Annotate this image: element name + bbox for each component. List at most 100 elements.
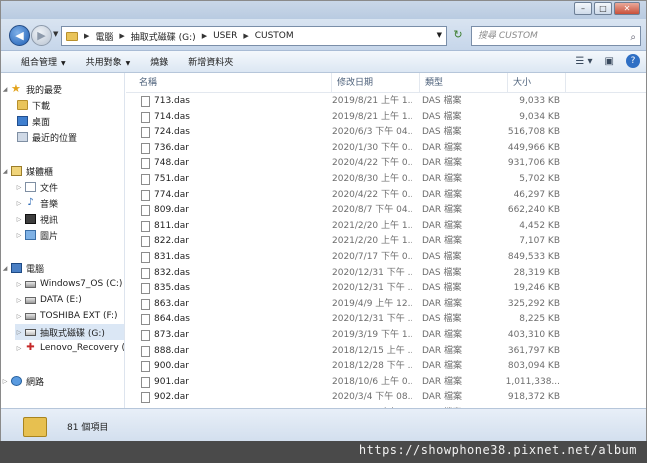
file-name-text: 831.das bbox=[154, 252, 190, 262]
sidebar-item-computer[interactable]: ◢ 電腦 bbox=[1, 260, 44, 276]
expand-icon[interactable]: ▷ bbox=[15, 297, 23, 304]
chevron-right-icon[interactable]: ▶ bbox=[202, 32, 207, 40]
sidebar-item-drive-g[interactable]: ▷ 抽取式磁碟 (G:) bbox=[15, 324, 124, 340]
maximize-button[interactable]: □ bbox=[594, 2, 612, 15]
file-row[interactable]: 774.dar 2020/4/22 下午 0... DAR 檔案 46,297 KB bbox=[126, 188, 646, 204]
column-type[interactable]: 類型 bbox=[420, 73, 508, 93]
organize-menu[interactable]: 組合管理 ▼ bbox=[21, 55, 66, 68]
file-date-modified: 2020/8/7 下午 04... bbox=[332, 205, 412, 216]
sidebar-item-recovery[interactable]: ▷ ✚ Lenovo_Recovery ( bbox=[15, 340, 124, 356]
expand-icon[interactable]: ▷ bbox=[15, 200, 23, 207]
column-date-modified[interactable]: 修改日期 bbox=[332, 73, 420, 93]
expand-icon[interactable]: ▷ bbox=[15, 345, 23, 352]
chevron-right-icon[interactable]: ▶ bbox=[84, 32, 89, 40]
column-name[interactable]: 名稱 bbox=[134, 73, 332, 93]
sidebar-item-pictures[interactable]: ▷ 圖片 bbox=[15, 227, 58, 243]
file-row[interactable]: 864.das 2020/12/31 下午 ... DAS 檔案 8,225 KB bbox=[126, 312, 646, 328]
preview-pane-icon[interactable]: ▣ bbox=[605, 56, 614, 67]
file-date-modified: 2018/10/6 上午 0... bbox=[332, 376, 412, 387]
file-row[interactable]: 714.das 2019/8/21 上午 1... DAS 檔案 9,034 KB bbox=[126, 110, 646, 126]
share-with-menu[interactable]: 共用對象 ▼ bbox=[86, 55, 131, 68]
address-bar[interactable]: ▶ 電腦 ▶ 抽取式磁碟 (G:) ▶ USER ▶ CUSTOM ▼ bbox=[61, 26, 447, 46]
expand-icon[interactable]: ▷ bbox=[15, 313, 23, 320]
file-date-modified: 2020/3/4 下午 08... bbox=[332, 392, 412, 403]
file-row[interactable]: 902.dar 2020/3/4 下午 08... DAR 檔案 918,372 KB bbox=[126, 390, 646, 406]
expand-icon[interactable]: ▷ bbox=[15, 184, 23, 191]
breadcrumb-drive-g[interactable]: 抽取式磁碟 (G:) bbox=[131, 30, 196, 43]
file-name: 713.das bbox=[140, 94, 330, 110]
column-size[interactable]: 大小 bbox=[508, 73, 566, 93]
chevron-right-icon[interactable]: ▶ bbox=[119, 32, 124, 40]
file-row[interactable]: 888.dar 2018/12/15 上午 ... DAR 檔案 361,797 KB bbox=[126, 344, 646, 360]
file-size: 46,297 KB bbox=[513, 189, 560, 200]
help-icon[interactable]: ? bbox=[626, 54, 640, 68]
sidebar-item-drive-c[interactable]: ▷ Windows7_OS (C:) bbox=[15, 276, 123, 292]
back-icon[interactable]: ◀ bbox=[9, 25, 30, 46]
search-input[interactable]: 搜尋 CUSTOM ⌕ bbox=[471, 26, 641, 46]
file-type: DAR 檔案 bbox=[422, 376, 463, 387]
sidebar-item-libraries[interactable]: ◢ 媒體櫃 bbox=[1, 163, 53, 179]
sidebar-item-documents[interactable]: ▷ 文件 bbox=[15, 179, 58, 195]
minimize-button[interactable]: – bbox=[574, 2, 592, 15]
collapse-icon[interactable]: ◢ bbox=[1, 168, 9, 175]
burn-button[interactable]: 燒錄 bbox=[150, 55, 168, 68]
file-type: DAR 檔案 bbox=[422, 142, 463, 153]
file-row[interactable]: 724.das 2020/6/3 下午 04... DAS 檔案 516,708 KB bbox=[126, 125, 646, 141]
file-row[interactable]: 900.dar 2018/12/28 下午 ... DAR 檔案 803,094 KB bbox=[126, 359, 646, 375]
expand-icon[interactable]: ▷ bbox=[15, 281, 23, 288]
file-row[interactable]: 713.das 2019/8/21 上午 1... DAS 檔案 9,033 KB bbox=[126, 94, 646, 110]
sidebar-item-network[interactable]: ▷ 網路 bbox=[1, 373, 44, 389]
file-row[interactable]: 835.das 2020/12/31 下午 ... DAS 檔案 19,246 KB bbox=[126, 281, 646, 297]
expand-icon[interactable]: ▷ bbox=[15, 216, 23, 223]
file-type: DAS 檔案 bbox=[422, 96, 462, 106]
file-type: DAS 檔案 bbox=[422, 314, 462, 325]
file-name: 736.dar bbox=[140, 141, 330, 157]
breadcrumb-custom[interactable]: CUSTOM bbox=[255, 31, 294, 41]
refresh-icon[interactable]: ↻ bbox=[450, 26, 466, 46]
file-row[interactable]: 811.dar 2021/2/20 上午 1... DAR 檔案 4,452 KB bbox=[126, 219, 646, 235]
file-row[interactable]: 822.dar 2021/2/20 上午 1... DAR 檔案 7,107 KB bbox=[126, 234, 646, 250]
sidebar-item-downloads[interactable]: 下載 bbox=[15, 97, 50, 113]
file-date-modified: 2018/12/28 下午 ... bbox=[332, 361, 412, 372]
expand-icon[interactable]: ▷ bbox=[15, 232, 23, 239]
address-dropdown-icon[interactable]: ▼ bbox=[437, 31, 442, 39]
file-name-text: 713.das bbox=[154, 96, 190, 106]
sidebar-item-music[interactable]: ▷ ♪ 音樂 bbox=[15, 195, 58, 211]
file-type: DAR 檔案 bbox=[422, 345, 463, 356]
sidebar-item-drive-f[interactable]: ▷ TOSHIBA EXT (F:) bbox=[15, 308, 118, 324]
expand-icon[interactable]: ▷ bbox=[15, 329, 23, 336]
new-folder-button[interactable]: 新增資料夾 bbox=[188, 55, 233, 68]
file-name-text: 902.dar bbox=[154, 392, 189, 403]
expand-icon[interactable]: ▷ bbox=[1, 378, 9, 385]
file-row[interactable]: 831.das 2020/7/17 下午 0... DAS 檔案 849,533 KB bbox=[126, 250, 646, 266]
file-row[interactable]: 863.dar 2019/4/9 上午 12... DAR 檔案 325,292 KB bbox=[126, 297, 646, 313]
file-row[interactable]: 748.dar 2020/4/22 下午 0... DAR 檔案 931,706 KB bbox=[126, 156, 646, 172]
forward-icon[interactable]: ▶ bbox=[31, 25, 52, 46]
sidebar-item-recent[interactable]: 最近的位置 bbox=[15, 129, 77, 145]
file-row[interactable]: 901.dar 2018/10/6 上午 0... DAR 檔案 1,011,338.… bbox=[126, 375, 646, 391]
collapse-icon[interactable]: ◢ bbox=[1, 265, 9, 272]
sidebar-item-drive-e[interactable]: ▷ DATA (E:) bbox=[15, 292, 82, 308]
close-button[interactable]: ✕ bbox=[614, 2, 640, 15]
breadcrumb-user[interactable]: USER bbox=[213, 31, 237, 41]
item-count: 81 個項目 bbox=[67, 423, 109, 433]
file-name: 832.das bbox=[140, 266, 330, 282]
collapse-icon[interactable]: ◢ bbox=[1, 86, 9, 93]
file-name: 774.dar bbox=[140, 188, 330, 204]
view-options-icon[interactable]: ☰ ▾ bbox=[575, 56, 592, 67]
file-row[interactable]: 873.dar 2019/3/19 下午 1... DAR 檔案 403,310 KB bbox=[126, 328, 646, 344]
file-row[interactable]: 736.dar 2020/1/30 下午 0... DAR 檔案 449,966 KB bbox=[126, 141, 646, 157]
sidebar-item-desktop[interactable]: 桌面 bbox=[15, 113, 50, 129]
file-row[interactable]: 832.das 2020/12/31 下午 ... DAS 檔案 28,319 KB bbox=[126, 266, 646, 282]
network-icon bbox=[11, 376, 22, 386]
history-dropdown-icon[interactable]: ▼ bbox=[53, 30, 58, 38]
search-icon[interactable]: ⌕ bbox=[630, 29, 636, 47]
sidebar-item-videos[interactable]: ▷ 視訊 bbox=[15, 211, 58, 227]
file-row[interactable]: 809.dar 2020/8/7 下午 04... DAR 檔案 662,240 KB bbox=[126, 203, 646, 219]
file-row[interactable]: 751.dar 2020/8/30 上午 0... DAR 檔案 5,702 KB bbox=[126, 172, 646, 188]
sidebar-item-favorites[interactable]: ◢ ★ 我的最愛 bbox=[1, 81, 62, 97]
breadcrumb-computer[interactable]: 電腦 bbox=[95, 30, 113, 43]
chevron-right-icon[interactable]: ▶ bbox=[243, 32, 248, 40]
pictures-icon bbox=[25, 230, 36, 240]
file-type: DAR 檔案 bbox=[422, 189, 463, 200]
